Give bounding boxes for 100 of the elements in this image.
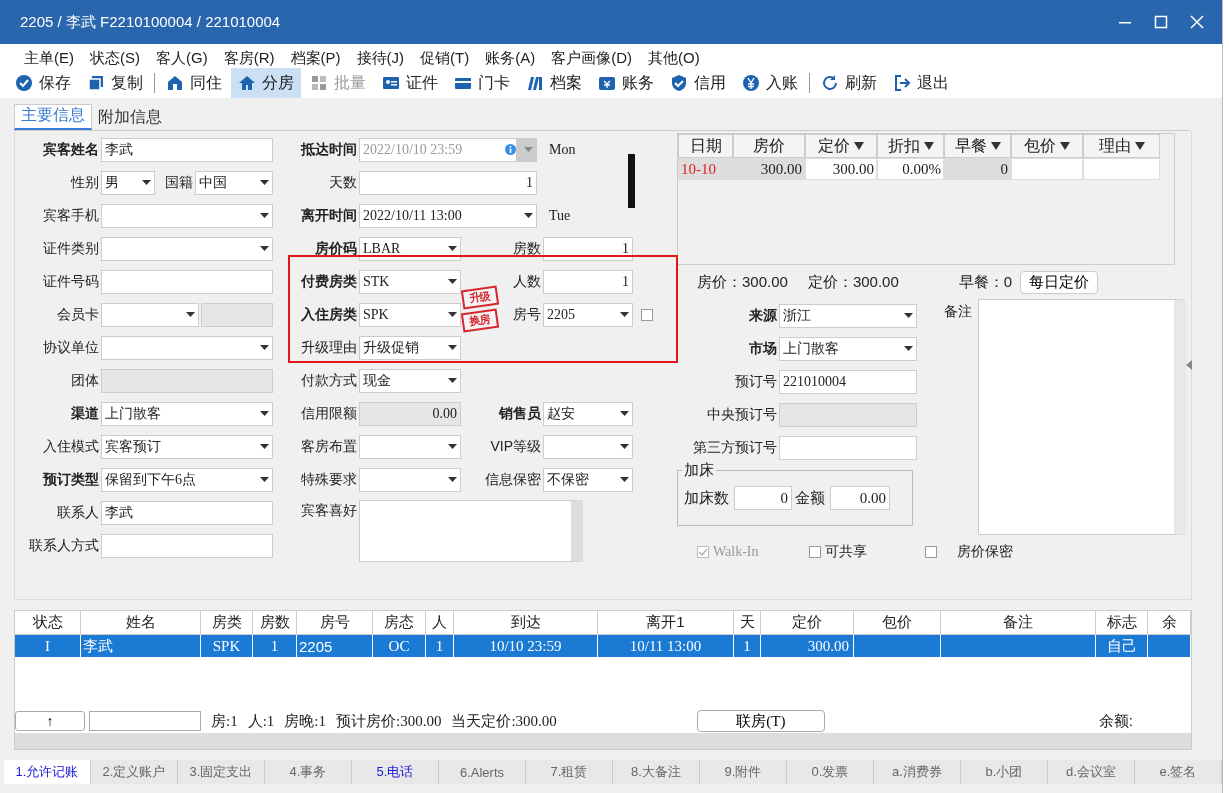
checkbox[interactable]: 房价保密 <box>924 543 1013 561</box>
toolbar-button[interactable]: 门卡 <box>447 68 517 98</box>
menu-item[interactable]: 账务(A) <box>477 49 544 68</box>
text-field[interactable]: 李武 <box>101 137 273 162</box>
menu-item[interactable]: 档案(P) <box>282 49 349 68</box>
menu-item[interactable]: 主单(E) <box>16 49 82 68</box>
toolbar-button[interactable]: 刷新 <box>814 68 884 98</box>
toolbar-button[interactable]: 保存 <box>8 68 78 98</box>
number-field[interactable]: 0.00 <box>830 486 890 510</box>
toolbar-button[interactable]: 分房 <box>231 68 301 98</box>
text-field[interactable]: 221010004 <box>779 369 917 394</box>
dropdown-field[interactable]: 男 <box>101 170 155 195</box>
checkbox[interactable]: 可共享 <box>808 543 867 561</box>
dropdown-field[interactable]: 中国 <box>195 170 273 195</box>
tab[interactable]: a.消费券 <box>874 760 961 784</box>
toolbar-button[interactable]: 账务 <box>591 68 661 98</box>
filter-icon[interactable] <box>1134 142 1145 150</box>
dropdown-field[interactable]: 升级促销 <box>359 335 461 360</box>
dropdown-field[interactable]: 上门散客 <box>101 401 273 426</box>
filter-icon[interactable] <box>1060 142 1070 150</box>
scrollbar[interactable] <box>15 733 1191 749</box>
dropdown-field[interactable]: 不保密 <box>543 467 633 492</box>
table-row[interactable]: I 李武 SPK 1 2205 OC 1 10/10 23:59 10/11 13:00 1 300.00 自己 <box>15 635 1191 657</box>
dropdown-field[interactable]: 2205 <box>543 302 633 327</box>
tab[interactable]: 4.事务 <box>265 760 352 784</box>
dropdown-field[interactable] <box>101 335 273 360</box>
filter-icon[interactable] <box>990 142 1001 150</box>
dropdown-field[interactable] <box>359 467 461 492</box>
toolbar-button[interactable]: 证件 <box>375 68 445 98</box>
tab[interactable]: 0.发票 <box>787 760 874 784</box>
tab[interactable]: 9.附件 <box>700 760 787 784</box>
up-button[interactable]: ↑ <box>15 711 85 731</box>
daily-rate-button[interactable]: 每日定价 <box>1020 270 1099 294</box>
number-field[interactable]: 1 <box>543 236 633 261</box>
tab[interactable]: 2.定义账户 <box>91 760 178 784</box>
dropdown-field[interactable]: 赵安 <box>543 401 633 426</box>
input-field[interactable] <box>89 711 201 731</box>
text-field[interactable] <box>101 269 273 294</box>
menu-item[interactable]: 客户画像(D) <box>543 49 640 68</box>
text-field[interactable]: 李武 <box>101 500 273 525</box>
tab[interactable]: b.小团 <box>961 760 1048 784</box>
tab[interactable]: 5.电话 <box>352 760 439 784</box>
toolbar-button[interactable]: 同住 <box>159 68 229 98</box>
toolbar-button[interactable]: 信用 <box>663 68 733 98</box>
dropdown-field[interactable] <box>101 203 273 228</box>
tab[interactable]: 8.大备注 <box>613 760 700 784</box>
dropdown-field[interactable]: LBAR <box>359 236 461 261</box>
menu-item[interactable]: 其他(O) <box>640 49 708 68</box>
menu-item[interactable]: 客人(G) <box>148 49 216 68</box>
number-field[interactable]: 1 <box>359 170 537 195</box>
dropdown-field[interactable] <box>101 236 273 261</box>
menu-item[interactable]: 客房(R) <box>215 49 283 68</box>
dropdown-field[interactable] <box>359 434 461 459</box>
dropdown-field[interactable] <box>543 434 633 459</box>
toolbar-button[interactable]: 入账 <box>735 68 805 98</box>
dropdown-field[interactable]: STK <box>359 269 461 294</box>
dropdown-field[interactable]: 保留到下午6点 <box>101 467 273 492</box>
dropdown-field[interactable]: 浙江 <box>779 303 917 328</box>
tab[interactable]: d.会议室 <box>1048 760 1135 784</box>
column-header[interactable]: 定价 <box>805 134 877 158</box>
number-field[interactable]: 1 <box>543 269 633 294</box>
close-icon[interactable] <box>1190 15 1204 29</box>
tab[interactable]: e.签名 <box>1135 760 1222 784</box>
filter-icon[interactable] <box>854 142 864 150</box>
copy-icon <box>87 74 105 92</box>
toolbar-button[interactable]: 档案 <box>519 68 589 98</box>
field-label: 备注 <box>943 302 973 321</box>
caret-icon <box>260 345 269 350</box>
tab[interactable]: 主要信息 <box>14 104 92 130</box>
dropdown-field[interactable]: 现金 <box>359 368 461 393</box>
caret-icon <box>186 312 195 317</box>
dropdown-field[interactable]: 宾客预订 <box>101 434 273 459</box>
column-header[interactable]: 房价 <box>733 134 805 158</box>
dropdown-field[interactable] <box>101 302 199 327</box>
toolbar-button[interactable]: 复制 <box>80 68 150 98</box>
column-header[interactable]: 日期 <box>678 134 733 158</box>
column-header[interactable]: 折扣 <box>877 134 944 158</box>
column-header[interactable]: 包价 <box>1011 134 1083 158</box>
number-field[interactable]: 0 <box>734 486 792 510</box>
maximize-icon[interactable] <box>1154 15 1168 29</box>
column-header[interactable]: 理由 <box>1083 134 1160 158</box>
tab[interactable]: 1.允许记账 <box>4 760 91 784</box>
text-field[interactable] <box>779 435 917 460</box>
menu-item[interactable]: 促销(T) <box>412 49 478 68</box>
menu-item[interactable]: 状态(S) <box>82 49 148 68</box>
tab[interactable]: 3.固定支出 <box>178 760 265 784</box>
tab[interactable]: 6.Alerts <box>439 760 526 784</box>
toolbar-button[interactable]: 退出 <box>886 68 956 98</box>
checkbox[interactable] <box>641 308 653 321</box>
menu-item[interactable]: 接待(J) <box>348 49 412 68</box>
dropdown-field[interactable]: SPK <box>359 302 461 327</box>
tab[interactable]: 附加信息 <box>92 107 168 130</box>
column-header[interactable]: 早餐 <box>944 134 1011 158</box>
dropdown-field[interactable]: 上门散客 <box>779 336 917 361</box>
tab[interactable]: 7.租赁 <box>526 760 613 784</box>
text-field[interactable] <box>101 533 273 558</box>
datetime-field[interactable]: 2022/10/11 13:00 <box>359 203 537 228</box>
filter-icon[interactable] <box>923 142 934 150</box>
text-area[interactable] <box>359 500 583 562</box>
link-room-button[interactable]: 联房(T) <box>696 710 825 732</box>
